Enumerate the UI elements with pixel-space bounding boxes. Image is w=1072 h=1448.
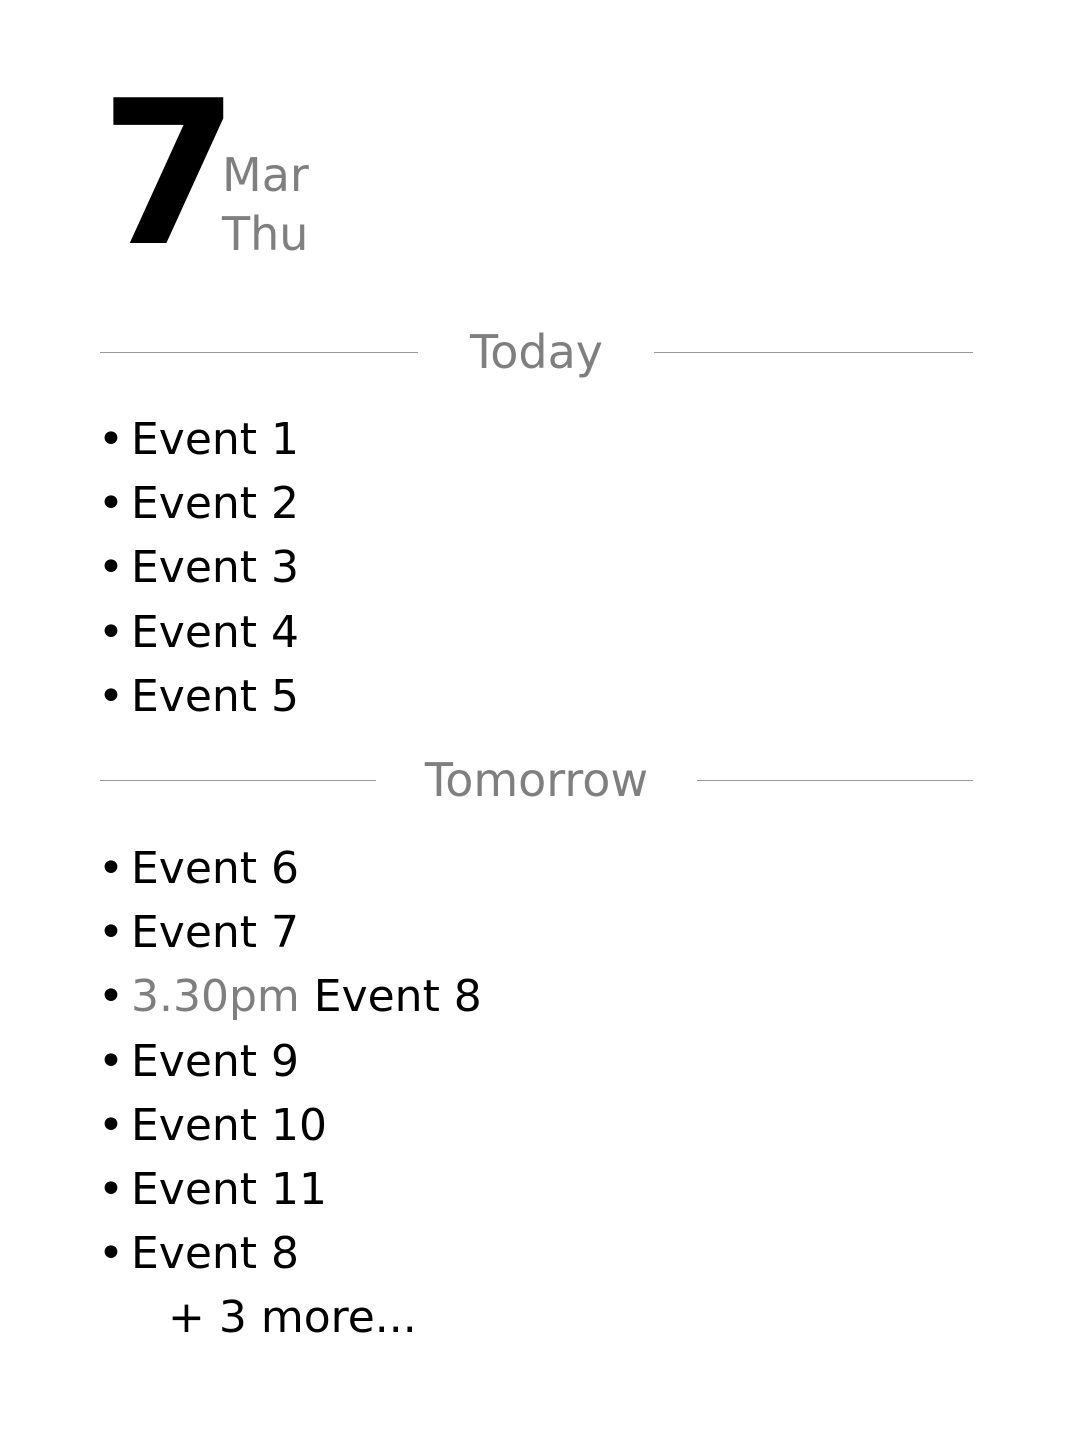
bullet-icon: •	[98, 1163, 124, 1215]
event-item[interactable]: • Event 10	[98, 1094, 482, 1158]
weekday-label: Thu	[222, 207, 309, 261]
event-title: Event 11	[131, 1163, 328, 1215]
bullet-icon: •	[98, 542, 124, 594]
bullet-icon: •	[98, 1228, 124, 1280]
bullet-icon: •	[98, 1035, 124, 1087]
event-list-today: • Event 1 • Event 2 • Event 3 • Event 4 • Eve…	[98, 408, 299, 729]
divider-line	[654, 352, 973, 353]
event-title: Event 10	[131, 1099, 328, 1151]
event-title: Event 8	[131, 1228, 300, 1280]
bullet-icon: •	[98, 414, 124, 465]
section-divider-today: Today	[100, 322, 973, 382]
event-item[interactable]: • Event 1	[98, 408, 299, 472]
month-label: Mar	[222, 148, 309, 202]
event-title: Event 3	[131, 542, 300, 594]
event-item[interactable]: • Event 7	[98, 901, 482, 965]
bullet-icon: •	[98, 670, 124, 722]
event-item[interactable]: • Event 3	[98, 536, 299, 600]
event-item[interactable]: • Event 11	[98, 1158, 482, 1222]
event-title: Event 8	[313, 971, 482, 1023]
event-item[interactable]: • Event 8	[98, 1222, 482, 1286]
event-title: Event 4	[131, 606, 300, 658]
bullet-icon: •	[98, 907, 124, 959]
event-item[interactable]: • Event 2	[98, 472, 299, 536]
section-divider-tomorrow: Tomorrow	[100, 750, 973, 810]
event-item[interactable]: • Event 4	[98, 601, 299, 665]
bullet-icon: •	[98, 971, 124, 1023]
event-title: Event 6	[131, 843, 300, 894]
event-item[interactable]: • Event 5	[98, 665, 299, 729]
event-title: Event 7	[131, 907, 300, 959]
more-events-link[interactable]: + 3 more...	[168, 1286, 417, 1350]
event-item[interactable]: • Event 6	[98, 837, 482, 901]
event-item[interactable]: • 3.30pm Event 8	[98, 965, 482, 1029]
event-title: Event 9	[131, 1035, 300, 1087]
event-title: Event 1	[131, 414, 300, 465]
divider-line	[697, 780, 973, 781]
event-list-tomorrow: • Event 6 • Event 7 • 3.30pm Event 8 • Event …	[98, 837, 482, 1286]
bullet-icon: •	[98, 843, 124, 894]
event-title: Event 5	[131, 670, 300, 722]
event-item[interactable]: • Event 9	[98, 1030, 482, 1094]
event-title: Event 2	[131, 478, 300, 530]
day-number: 7	[100, 58, 239, 291]
bullet-icon: •	[98, 478, 124, 530]
event-time: 3.30pm	[131, 971, 300, 1023]
bullet-icon: •	[98, 606, 124, 658]
bullet-icon: •	[98, 1099, 124, 1151]
